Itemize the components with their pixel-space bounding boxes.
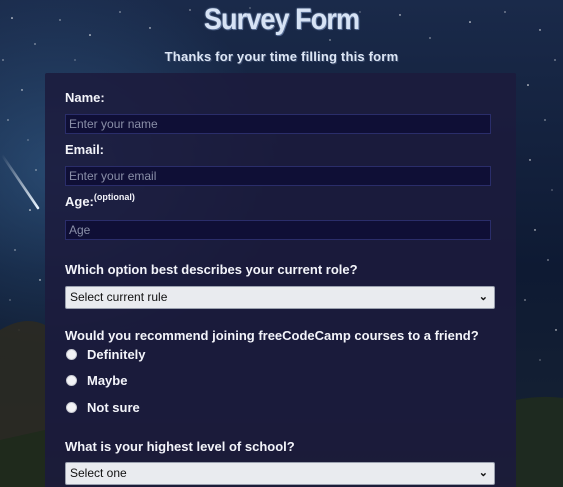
- chevron-down-icon: ⌄: [478, 467, 488, 479]
- role-select[interactable]: Select current rule ⌄: [65, 286, 495, 309]
- page-title: Survey Form: [203, 3, 360, 36]
- role-question: Which option best describes your current…: [65, 262, 358, 277]
- radio-button-icon[interactable]: [66, 375, 77, 386]
- radio-label: Not sure: [87, 400, 140, 415]
- school-question: What is your highest level of school?: [65, 439, 295, 454]
- survey-form: Name: Email: Age:(optional) Which option…: [45, 73, 516, 487]
- age-label-text: Age:: [65, 194, 94, 209]
- name-label: Name:: [65, 90, 105, 105]
- email-label: Email:: [65, 142, 105, 157]
- email-input[interactable]: [65, 166, 491, 186]
- radio-button-icon[interactable]: [66, 402, 77, 413]
- age-optional-note: (optional): [93, 192, 135, 202]
- name-input[interactable]: [65, 114, 491, 134]
- radio-label: Maybe: [87, 373, 128, 388]
- age-label: Age:(optional): [65, 192, 135, 209]
- chevron-down-icon: ⌄: [478, 291, 488, 303]
- page-subtitle: Thanks for your time filling this form: [164, 49, 399, 64]
- radio-button-icon[interactable]: [66, 349, 77, 360]
- radio-label: Definitely: [87, 347, 146, 362]
- recommend-question: Would you recommend joining freeCodeCamp…: [65, 328, 479, 343]
- school-select-value: Select one: [70, 466, 127, 480]
- age-input[interactable]: [65, 220, 491, 240]
- role-select-value: Select current rule: [70, 290, 168, 304]
- school-select[interactable]: Select one ⌄: [65, 462, 495, 485]
